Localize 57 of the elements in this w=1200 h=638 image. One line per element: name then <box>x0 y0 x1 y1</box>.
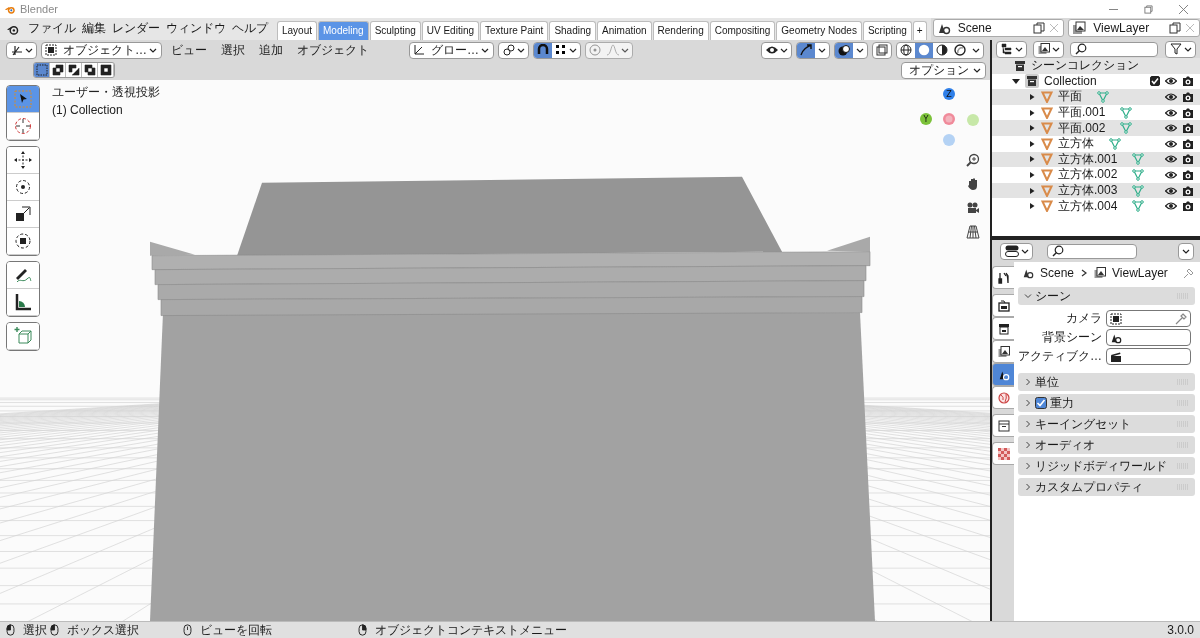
workspace-tab[interactable]: Rendering <box>652 21 709 40</box>
navigation-gizmo[interactable]: Z Y <box>919 82 983 146</box>
object-name: 立方体.003 <box>1058 182 1118 200</box>
object-name: 立方体.001 <box>1058 150 1118 168</box>
workspace-tab[interactable]: Geometry Nodes <box>776 21 862 40</box>
menu-item[interactable]: ビュー <box>166 41 212 59</box>
field-label: アクティブク… <box>1018 348 1102 365</box>
status-hint: ビューを回転 <box>200 621 272 638</box>
status-hint: 選択 <box>23 621 47 638</box>
breadcrumb-item[interactable]: ViewLayer <box>1112 266 1168 280</box>
object-name: 立方体 <box>1058 135 1094 153</box>
menu-item[interactable]: ヘルプ <box>229 20 271 40</box>
panel-header[interactable]: 重力 <box>1018 394 1195 412</box>
menu-item[interactable]: ファイル <box>25 20 79 40</box>
collection-name: Collection <box>1044 74 1097 89</box>
workspace-tab[interactable]: Animation <box>597 21 652 40</box>
workspace-tab[interactable]: Scripting <box>862 21 912 40</box>
window-title: Blender <box>20 3 58 15</box>
panel-header[interactable]: オーディオ <box>1018 436 1195 454</box>
outliner-row[interactable]: 平面 <box>992 89 1200 105</box>
workspace-tab[interactable]: Layout <box>277 21 318 40</box>
status-hint: ボックス選択 <box>67 621 139 638</box>
panel-header[interactable]: シーン <box>1018 287 1195 305</box>
workspace-tab[interactable]: Texture Paint <box>480 21 549 40</box>
collection-label: (1) Collection <box>52 103 124 117</box>
add-workspace-button[interactable]: + <box>912 21 927 40</box>
object-name: 立方体.004 <box>1058 197 1118 215</box>
object-name: 平面 <box>1058 88 1082 106</box>
object-name: 平面.002 <box>1058 119 1106 137</box>
field-label: カメラ <box>1065 310 1102 327</box>
panel-header[interactable]: キーイングセット <box>1018 415 1195 433</box>
outliner-row[interactable]: 平面.002 <box>992 120 1200 136</box>
workspace-tab[interactable]: Compositing <box>709 21 776 40</box>
workspace-tab[interactable]: Sculpting <box>369 21 421 40</box>
options-dropdown[interactable]: オプション <box>901 61 986 79</box>
menu-item[interactable]: オブジェクト <box>292 41 374 59</box>
menu-item[interactable]: 追加 <box>254 41 288 59</box>
breadcrumb-item[interactable]: Scene <box>1040 266 1075 280</box>
orientation-dropdown[interactable]: グロー… <box>409 41 494 59</box>
menu-item[interactable]: 編集 <box>79 20 109 40</box>
object-name: 立方体.002 <box>1058 166 1118 184</box>
view-name: ユーザー・透視投影 <box>52 84 160 101</box>
scene-selector[interactable]: Scene <box>932 19 1065 37</box>
panel-header[interactable]: カスタムプロパティ <box>1018 478 1195 496</box>
panel-header[interactable]: リジッドボディワールド <box>1018 457 1195 475</box>
menu-item[interactable]: ウィンドウ <box>163 20 229 40</box>
panel-header[interactable]: 単位 <box>1018 373 1195 391</box>
field-label: 背景シーン <box>1041 329 1102 346</box>
menu-item[interactable]: 選択 <box>216 41 250 59</box>
workspace-tab[interactable]: Shading <box>549 21 597 40</box>
status-hint: オブジェクトコンテキストメニュー <box>375 621 567 638</box>
workspace-tab[interactable]: UV Editing <box>421 21 479 40</box>
view-layer-selector[interactable]: ViewLayer <box>1068 19 1200 37</box>
mode-dropdown[interactable]: オブジェクト… <box>41 41 162 59</box>
object-name: 平面.001 <box>1058 104 1106 122</box>
menu-item[interactable]: レンダー <box>109 20 163 40</box>
version-label: 3.0.0 <box>1167 623 1194 637</box>
